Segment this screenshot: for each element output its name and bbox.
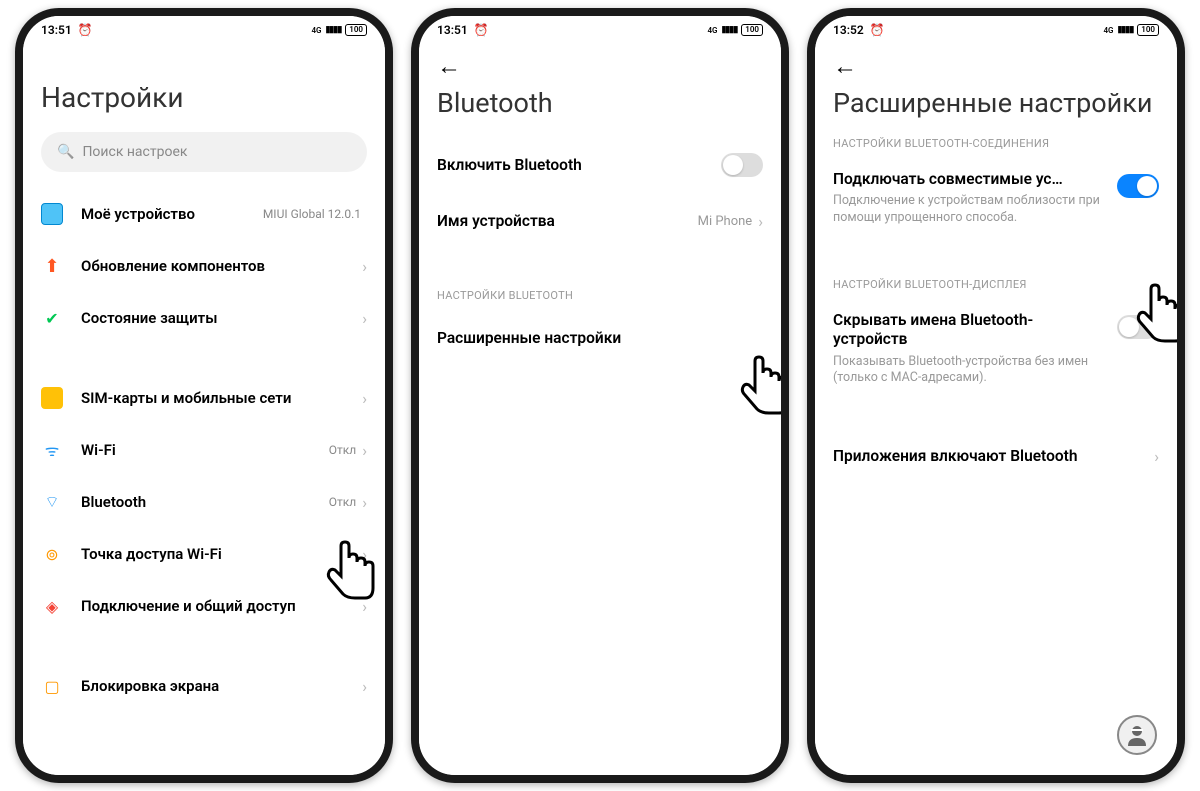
page-title: Настройки <box>41 82 367 114</box>
row-share[interactable]: ◈ Подключение и общий доступ › <box>41 580 367 632</box>
row-label: Включить Bluetooth <box>437 156 721 174</box>
row-label: Расширенные настройки <box>437 329 763 347</box>
phone-advanced: 13:52 ⏰ 4G ▮▮▮▮ 100 ← Расширенные настро… <box>807 8 1185 783</box>
share-icon: ◈ <box>41 595 63 617</box>
status-time: 13:51 <box>41 23 72 37</box>
section-header: НАСТРОЙКИ BLUETOOTH <box>437 289 763 302</box>
row-label: Блокировка экрана <box>81 677 362 696</box>
phone-bluetooth: 13:51 ⏰ 4G ▮▮▮▮ 100 ← Bluetooth Включить… <box>411 8 789 783</box>
status-time: 13:52 <box>833 23 864 37</box>
row-device-name[interactable]: Имя устройства Mi Phone › <box>437 193 763 249</box>
shield-icon: ✔ <box>41 307 63 329</box>
network-4g: 4G <box>311 26 321 35</box>
search-icon: 🔍 <box>57 144 74 160</box>
lock-icon: ▢ <box>41 675 63 697</box>
toggle-compatible-on[interactable] <box>1117 174 1159 198</box>
chevron-right-icon: › <box>362 441 367 460</box>
battery-indicator: 100 <box>345 24 367 36</box>
row-hotspot[interactable]: ⊚ Точка доступа Wi-Fi › <box>41 528 367 580</box>
battery-indicator: 100 <box>741 24 763 36</box>
toggle-bluetooth-off[interactable] <box>721 153 763 177</box>
status-bar: 13:52 ⏰ 4G ▮▮▮▮ 100 <box>815 16 1177 44</box>
search-placeholder: Поиск настроек <box>82 144 187 160</box>
chevron-right-icon: › <box>362 677 367 696</box>
chevron-right-icon: › <box>362 545 367 564</box>
alarm-icon: ⏰ <box>870 23 885 37</box>
row-update[interactable]: ⬆ Обновление компонентов › <box>41 240 367 292</box>
wifi-icon: ᯤ <box>41 439 63 461</box>
chevron-right-icon: › <box>1154 447 1159 466</box>
row-value: MIUI Global 12.0.1 <box>263 207 361 221</box>
chevron-right-icon: › <box>362 309 367 328</box>
status-time: 13:51 <box>437 23 468 37</box>
network-4g: 4G <box>1103 26 1113 35</box>
page-title: Расширенные настройки <box>833 88 1159 119</box>
row-sim[interactable]: SIM-карты и мобильные сети › <box>41 372 367 424</box>
back-button[interactable]: ← <box>833 52 857 81</box>
chevron-right-icon: › <box>362 493 367 512</box>
row-label: Обновление компонентов <box>81 257 362 276</box>
row-label: Моё устройство <box>81 205 263 224</box>
row-label: Точка доступа Wi-Fi <box>81 545 362 564</box>
back-button[interactable]: ← <box>437 52 461 81</box>
chevron-right-icon: › <box>362 257 367 276</box>
page-title: Bluetooth <box>437 88 763 119</box>
row-hide-names[interactable]: Скрывать имена Bluetooth-устройств Показ… <box>833 299 1159 398</box>
status-bar: 13:51 ⏰ 4G ▮▮▮▮ 100 <box>23 16 385 44</box>
row-label: Скрывать имена Bluetooth-устройств <box>833 311 1107 350</box>
row-label: Состояние защиты <box>81 309 362 328</box>
search-input[interactable]: 🔍 Поиск настроек <box>41 132 367 172</box>
signal-icon: ▮▮▮▮ <box>325 25 341 35</box>
row-label: Wi-Fi <box>81 441 329 460</box>
row-lockscreen[interactable]: ▢ Блокировка экрана › <box>41 660 367 712</box>
row-value: Mi Phone <box>698 214 753 229</box>
row-security[interactable]: ✔ Состояние защиты › <box>41 292 367 344</box>
signal-icon: ▮▮▮▮ <box>721 25 737 35</box>
row-wifi[interactable]: ᯤ Wi-Fi Откл › <box>41 424 367 476</box>
alarm-icon: ⏰ <box>474 23 489 37</box>
signal-icon: ▮▮▮▮ <box>1117 25 1133 35</box>
sim-icon <box>41 387 63 409</box>
device-icon <box>41 203 63 225</box>
row-label: Подключать совместимые ус… <box>833 170 1107 189</box>
row-value: Откл <box>329 443 356 457</box>
row-label: Имя устройства <box>437 212 698 230</box>
section-header: НАСТРОЙКИ BLUETOOTH-СОЕДИНЕНИЯ <box>833 137 1159 150</box>
row-enable-bluetooth[interactable]: Включить Bluetooth <box>437 137 763 193</box>
row-label: SIM-карты и мобильные сети <box>81 389 362 408</box>
battery-indicator: 100 <box>1137 24 1159 36</box>
chevron-right-icon: › <box>758 212 763 231</box>
hotspot-icon: ⊚ <box>41 543 63 565</box>
row-label: Bluetooth <box>81 493 329 512</box>
row-label: Подключение и общий доступ <box>81 597 362 616</box>
alarm-icon: ⏰ <box>78 23 93 37</box>
bluetooth-icon: ⌔ <box>41 491 63 513</box>
watermark-avatar <box>1117 715 1157 755</box>
update-icon: ⬆ <box>41 255 63 277</box>
row-connect-compatible[interactable]: Подключать совместимые ус… Подключение к… <box>833 158 1159 238</box>
status-bar: 13:51 ⏰ 4G ▮▮▮▮ 100 <box>419 16 781 44</box>
row-apps-bluetooth[interactable]: Приложения влкючают Bluetooth › <box>833 428 1159 484</box>
network-4g: 4G <box>707 26 717 35</box>
row-advanced-settings[interactable]: Расширенные настройки <box>437 310 763 366</box>
row-label: Приложения влкючают Bluetooth <box>833 447 1154 465</box>
chevron-right-icon: › <box>362 597 367 616</box>
row-description: Подключение к устройствам поблизости при… <box>833 193 1107 226</box>
chevron-right-icon: › <box>362 389 367 408</box>
row-bluetooth[interactable]: ⌔ Bluetooth Откл › <box>41 476 367 528</box>
phone-settings: 13:51 ⏰ 4G ▮▮▮▮ 100 Настройки 🔍 Поиск на… <box>15 8 393 783</box>
toggle-hide-names-off[interactable] <box>1117 315 1159 339</box>
row-description: Показывать Bluetooth-устройства без имен… <box>833 354 1107 387</box>
section-header: НАСТРОЙКИ BLUETOOTH-ДИСПЛЕЯ <box>833 278 1159 291</box>
row-value: Откл <box>329 495 356 509</box>
row-my-device[interactable]: Моё устройство MIUI Global 12.0.1 <box>41 188 367 240</box>
